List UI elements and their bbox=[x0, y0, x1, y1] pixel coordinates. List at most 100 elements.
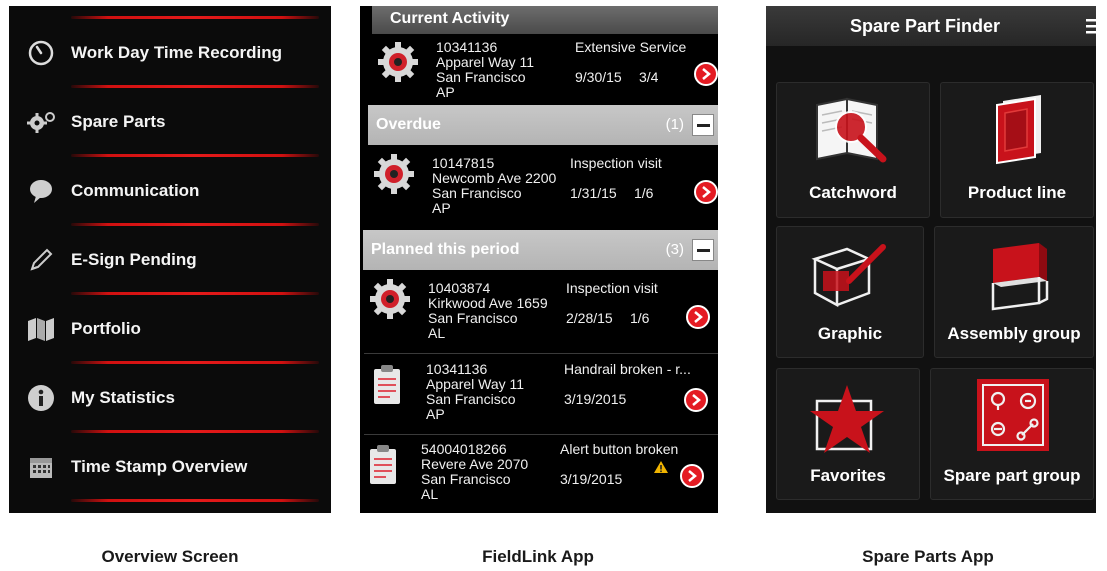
activity-type: Extensive Service bbox=[575, 39, 687, 55]
activity-type: Handrail broken - r... bbox=[564, 361, 691, 377]
work-order-id: 10147815 bbox=[432, 155, 495, 171]
city: San Francisco bbox=[426, 391, 516, 407]
warning-icon bbox=[654, 461, 668, 473]
address: Revere Ave 2070 bbox=[421, 456, 529, 472]
menu-item-label: Portfolio bbox=[71, 319, 141, 338]
overdue-section-header[interactable]: Overdue (1) bbox=[368, 105, 718, 145]
menu-item-label: Communication bbox=[71, 181, 200, 200]
menu-icon[interactable] bbox=[1086, 18, 1096, 34]
clipboard-icon bbox=[374, 365, 400, 404]
state: AP bbox=[432, 200, 451, 216]
chevron-right-icon bbox=[692, 394, 701, 406]
state: AP bbox=[426, 406, 445, 422]
section-count: (3) bbox=[665, 241, 684, 258]
progress: 1/6 bbox=[630, 310, 650, 326]
clipboard-icon bbox=[370, 445, 396, 484]
caption-spare-parts: Spare Parts App bbox=[862, 547, 994, 566]
chevron-right-icon bbox=[702, 68, 711, 80]
tile-label: Spare part group bbox=[943, 466, 1081, 485]
tile-spare-part-group[interactable]: Spare part group bbox=[930, 368, 1094, 500]
chevron-right-icon bbox=[702, 186, 711, 198]
current-activity-header: Current Activity bbox=[372, 6, 718, 34]
chevron-right-icon bbox=[688, 470, 697, 482]
state: AP bbox=[436, 84, 455, 100]
address: Apparel Way 11 bbox=[436, 54, 535, 70]
collapse-button[interactable] bbox=[692, 114, 714, 136]
fieldlink-screen: Current Activity 10341136 Apparel Way 11… bbox=[360, 6, 718, 513]
menu-item-e-sign-pending[interactable]: E-Sign Pending bbox=[9, 240, 331, 280]
gears-icon bbox=[23, 106, 59, 138]
caption-overview: Overview Screen bbox=[101, 547, 239, 566]
menu-item-time-stamp-overview[interactable]: Time Stamp Overview bbox=[9, 447, 331, 487]
separator bbox=[71, 223, 319, 226]
menu-item-label: E-Sign Pending bbox=[71, 250, 197, 269]
city: San Francisco bbox=[436, 69, 526, 85]
red-book-icon bbox=[996, 95, 1041, 165]
open-arrow-button[interactable] bbox=[680, 464, 704, 488]
collapse-button[interactable] bbox=[692, 239, 714, 261]
overview-screen: Work Day Time Recording Spare Parts Comm… bbox=[9, 6, 331, 513]
open-arrow-button[interactable] bbox=[686, 305, 710, 329]
city: San Francisco bbox=[421, 471, 511, 487]
progress: 3/4 bbox=[639, 69, 659, 85]
pencil-icon bbox=[23, 244, 59, 276]
state: AL bbox=[428, 325, 446, 341]
planned-section-header[interactable]: Planned this period (3) bbox=[363, 230, 718, 270]
tile-label: Product line bbox=[967, 183, 1067, 202]
tile-assembly-group[interactable]: Assembly group bbox=[934, 226, 1094, 358]
city: San Francisco bbox=[428, 310, 518, 326]
menu-item-my-statistics[interactable]: My Statistics bbox=[9, 378, 331, 418]
tile-label: Graphic bbox=[817, 324, 883, 343]
activity-row[interactable]: 10403874 Kirkwood Ave 1659 San Francisco… bbox=[364, 275, 718, 355]
open-arrow-button[interactable] bbox=[694, 62, 718, 86]
address: Apparel Way 11 bbox=[426, 376, 525, 392]
tile-label: Assembly group bbox=[947, 324, 1081, 343]
open-arrow-button[interactable] bbox=[684, 388, 708, 412]
date: 3/19/2015 bbox=[564, 391, 627, 407]
work-order-id: 10341136 bbox=[436, 39, 498, 55]
tile-favorites[interactable]: Favorites bbox=[776, 368, 920, 500]
address: Kirkwood Ave 1659 bbox=[428, 295, 548, 311]
info-icon bbox=[23, 382, 59, 414]
magnifier-book-icon bbox=[816, 97, 887, 163]
activity-type: Inspection visit bbox=[570, 155, 662, 171]
date: 1/31/15 bbox=[570, 185, 617, 201]
tile-product-line[interactable]: Product line bbox=[940, 82, 1094, 218]
section-count: (1) bbox=[665, 116, 684, 133]
menu-item-spare-parts[interactable]: Spare Parts bbox=[9, 102, 331, 142]
parts-grid-icon bbox=[977, 379, 1049, 451]
work-order-id: 54004018266 bbox=[421, 441, 507, 457]
caption-fieldlink: FieldLink App bbox=[482, 547, 594, 566]
minus-icon bbox=[696, 123, 710, 127]
section-title: Overdue bbox=[376, 116, 441, 133]
app-header: Spare Part Finder bbox=[766, 6, 1096, 46]
clock-icon bbox=[23, 37, 59, 69]
cube-icon bbox=[991, 243, 1049, 311]
date: 3/19/2015 bbox=[560, 471, 623, 487]
separator bbox=[71, 361, 319, 364]
menu-item-work-day-time-recording[interactable]: Work Day Time Recording bbox=[9, 33, 331, 73]
menu-item-communication[interactable]: Communication bbox=[9, 171, 331, 211]
gear-icon bbox=[378, 42, 418, 82]
activity-row[interactable]: 54004018266 Revere Ave 2070 San Francisc… bbox=[360, 436, 718, 513]
menu-item-label: Time Stamp Overview bbox=[71, 457, 248, 476]
tile-label: Catchword bbox=[809, 183, 897, 202]
activity-row[interactable]: 10341136 Apparel Way 11 San Francisco AP… bbox=[364, 356, 718, 436]
separator bbox=[71, 85, 319, 88]
minus-icon bbox=[696, 248, 710, 252]
menu-item-label: My Statistics bbox=[71, 388, 175, 407]
menu-item-label: Work Day Time Recording bbox=[71, 43, 282, 62]
separator bbox=[71, 154, 319, 157]
spare-parts-screen: Spare Part Finder Catchword Product line… bbox=[766, 6, 1096, 513]
tile-graphic[interactable]: Graphic bbox=[776, 226, 924, 358]
map-icon bbox=[23, 313, 59, 345]
state: AL bbox=[421, 486, 439, 502]
progress: 1/6 bbox=[634, 185, 654, 201]
activity-row[interactable]: 10147815 Newcomb Ave 2200 San Francisco … bbox=[368, 150, 718, 230]
activity-row[interactable]: 10341136 Apparel Way 11 San Francisco AP… bbox=[374, 36, 718, 116]
menu-item-portfolio[interactable]: Portfolio bbox=[9, 309, 331, 349]
menu-item-label: Spare Parts bbox=[71, 112, 166, 131]
separator bbox=[71, 16, 319, 19]
tile-catchword[interactable]: Catchword bbox=[776, 82, 930, 218]
open-arrow-button[interactable] bbox=[694, 180, 718, 204]
